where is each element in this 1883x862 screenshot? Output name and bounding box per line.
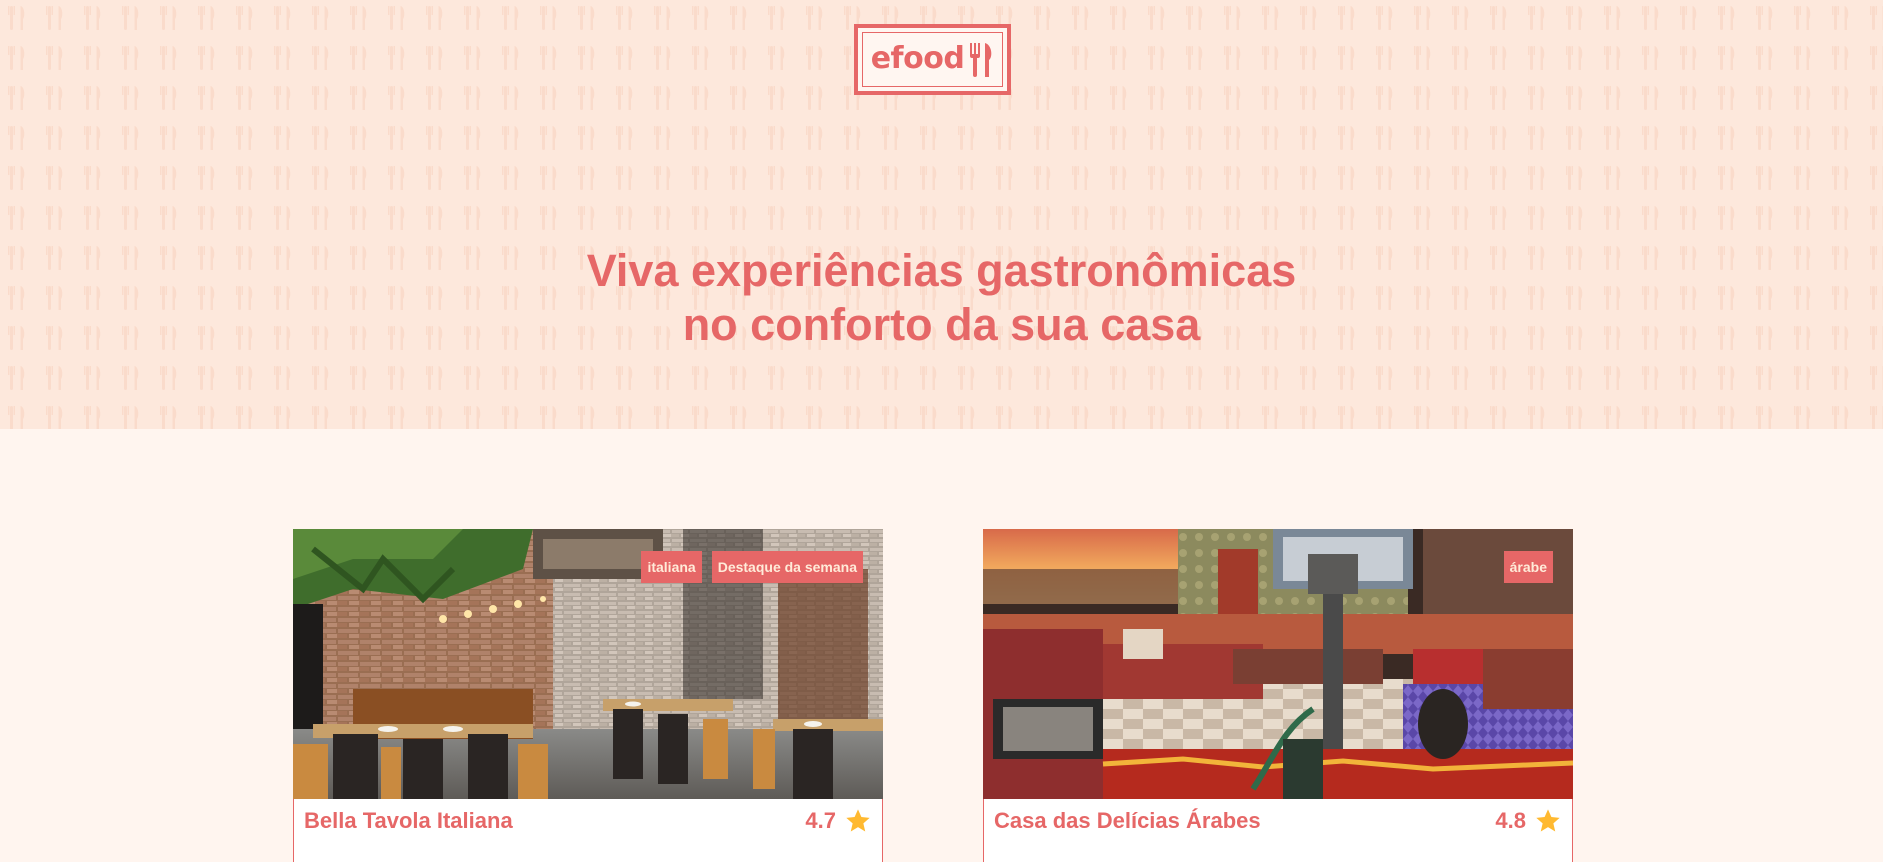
tag-list: árabe — [1503, 551, 1553, 583]
tag-list: italiana Destaque da semana — [641, 551, 863, 583]
logo-text: efood — [870, 41, 965, 76]
fork-knife-icon — [970, 42, 992, 77]
hero-title-line-1: Viva experiências gastronômicas — [586, 245, 1297, 296]
rating: 4.8 — [1495, 807, 1562, 835]
restaurant-image[interactable]: italiana Destaque da semana — [293, 529, 883, 799]
restaurant-image[interactable]: árabe — [983, 529, 1573, 799]
card-header: Bella Tavola Italiana 4.7 — [304, 807, 872, 835]
card-header: Casa das Delícias Árabes 4.8 — [994, 807, 1562, 835]
tag-cuisine: italiana — [641, 551, 702, 583]
restaurant-name[interactable]: Bella Tavola Italiana — [304, 808, 513, 834]
rating-value: 4.8 — [1495, 808, 1526, 833]
tag-cuisine: árabe — [1503, 551, 1553, 583]
efood-logo[interactable]: efood — [854, 24, 1011, 95]
restaurant-card[interactable]: árabe Casa das Delícias Árabes 4.8 — [983, 529, 1573, 862]
star-icon — [1536, 809, 1560, 832]
rating: 4.7 — [805, 807, 872, 835]
tag-featured: Destaque da semana — [711, 551, 863, 583]
hero-banner: efood Viva experiências gastronômicas no… — [0, 0, 1883, 429]
rating-value: 4.7 — [805, 808, 836, 833]
hero-title-line-2: no conforto da sua casa — [682, 299, 1201, 350]
star-icon — [846, 809, 870, 832]
restaurant-name[interactable]: Casa das Delícias Árabes — [994, 808, 1261, 834]
restaurant-card[interactable]: italiana Destaque da semana Bella Tavola… — [293, 529, 883, 862]
hero-title: Viva experiências gastronômicas no confo… — [0, 244, 1883, 352]
